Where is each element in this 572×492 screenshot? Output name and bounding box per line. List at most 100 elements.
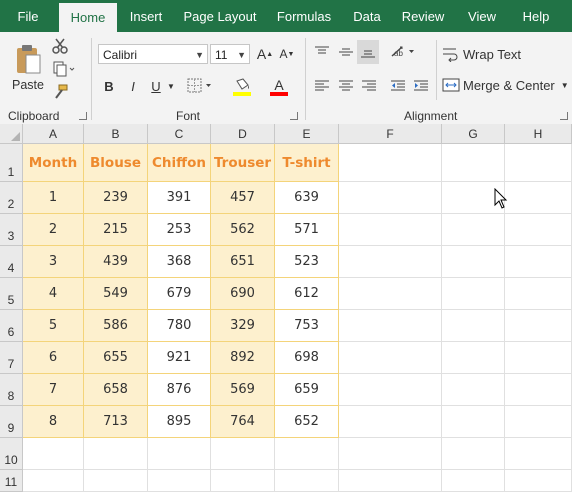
cell[interactable]	[505, 470, 572, 492]
cell[interactable]	[442, 438, 505, 470]
chevron-down-icon[interactable]: ▼	[166, 76, 176, 96]
cut-icon[interactable]	[50, 36, 70, 56]
font-name-select[interactable]: Calibri ▼	[98, 44, 208, 64]
font-color-button[interactable]: A	[264, 76, 294, 98]
wrap-text-button[interactable]: Wrap Text	[442, 44, 532, 64]
table-header-cell[interactable]: Blouse	[84, 144, 148, 182]
row-header[interactable]: 9	[0, 406, 23, 438]
cell[interactable]	[148, 470, 211, 492]
cell[interactable]	[339, 470, 442, 492]
cell[interactable]	[442, 406, 505, 438]
table-cell[interactable]: 764	[211, 406, 275, 438]
cell[interactable]	[505, 310, 572, 342]
table-cell[interactable]: 921	[148, 342, 211, 374]
table-cell[interactable]: 4	[23, 278, 84, 310]
cell[interactable]	[505, 342, 572, 374]
table-cell[interactable]: 892	[211, 342, 275, 374]
tab-data[interactable]: Data	[349, 0, 385, 32]
borders-icon[interactable]	[186, 76, 214, 96]
bottom-align-icon[interactable]	[357, 40, 379, 64]
column-header[interactable]: D	[211, 124, 275, 144]
cell[interactable]	[275, 438, 339, 470]
format-painter-icon[interactable]	[50, 82, 70, 102]
table-cell[interactable]: 655	[84, 342, 148, 374]
paste-button[interactable]: Paste	[10, 38, 46, 96]
table-cell[interactable]: 1	[23, 182, 84, 214]
tab-insert[interactable]: Insert	[124, 0, 168, 32]
align-center-icon[interactable]	[336, 76, 356, 96]
decrease-indent-icon[interactable]	[388, 76, 408, 96]
cell[interactable]	[505, 246, 572, 278]
table-cell[interactable]: 753	[275, 310, 339, 342]
row-header[interactable]: 11	[0, 470, 23, 492]
cell[interactable]	[339, 374, 442, 406]
table-cell[interactable]: 698	[275, 342, 339, 374]
cell[interactable]	[339, 438, 442, 470]
cell[interactable]	[505, 374, 572, 406]
cell[interactable]	[339, 214, 442, 246]
merge-center-button[interactable]: Merge & Center ▼	[442, 75, 570, 95]
table-cell[interactable]: 780	[148, 310, 211, 342]
clipboard-launcher-icon[interactable]	[79, 112, 87, 120]
copy-icon[interactable]	[50, 59, 78, 79]
cell[interactable]	[442, 470, 505, 492]
table-cell[interactable]: 253	[148, 214, 211, 246]
tab-page-layout[interactable]: Page Layout	[180, 0, 260, 32]
cell[interactable]	[442, 310, 505, 342]
column-header[interactable]: G	[442, 124, 505, 144]
table-header-cell[interactable]: Trouser	[211, 144, 275, 182]
row-header[interactable]: 6	[0, 310, 23, 342]
tab-view[interactable]: View	[462, 0, 502, 32]
table-cell[interactable]: 571	[275, 214, 339, 246]
increase-indent-icon[interactable]	[411, 76, 431, 96]
table-cell[interactable]: 7	[23, 374, 84, 406]
column-header[interactable]: C	[148, 124, 211, 144]
table-cell[interactable]: 5	[23, 310, 84, 342]
alignment-launcher-icon[interactable]	[560, 112, 568, 120]
column-header[interactable]: H	[505, 124, 572, 144]
column-header[interactable]: E	[275, 124, 339, 144]
orientation-icon[interactable]: ab	[388, 42, 418, 62]
bold-button[interactable]: B	[101, 76, 117, 96]
align-left-icon[interactable]	[312, 76, 332, 96]
cell[interactable]	[339, 310, 442, 342]
table-cell[interactable]: 457	[211, 182, 275, 214]
cell[interactable]	[275, 470, 339, 492]
tab-formulas[interactable]: Formulas	[272, 0, 336, 32]
row-header[interactable]: 3	[0, 214, 23, 246]
align-right-icon[interactable]	[359, 76, 379, 96]
table-cell[interactable]: 679	[148, 278, 211, 310]
middle-align-icon[interactable]	[336, 42, 356, 62]
row-header[interactable]: 5	[0, 278, 23, 310]
cell[interactable]	[339, 406, 442, 438]
cell[interactable]	[442, 278, 505, 310]
table-cell[interactable]: 658	[84, 374, 148, 406]
table-cell[interactable]: 876	[148, 374, 211, 406]
row-header[interactable]: 10	[0, 438, 23, 470]
row-header[interactable]: 1	[0, 144, 23, 182]
cell[interactable]	[23, 438, 84, 470]
table-cell[interactable]: 523	[275, 246, 339, 278]
table-header-cell[interactable]: Chiffon	[148, 144, 211, 182]
table-cell[interactable]: 6	[23, 342, 84, 374]
cell[interactable]	[84, 438, 148, 470]
table-cell[interactable]: 569	[211, 374, 275, 406]
table-cell[interactable]: 439	[84, 246, 148, 278]
cell[interactable]	[339, 246, 442, 278]
row-header[interactable]: 2	[0, 182, 23, 214]
table-cell[interactable]: 2	[23, 214, 84, 246]
cell[interactable]	[442, 246, 505, 278]
table-cell[interactable]: 713	[84, 406, 148, 438]
row-header[interactable]: 7	[0, 342, 23, 374]
table-cell[interactable]: 3	[23, 246, 84, 278]
cell[interactable]	[505, 182, 572, 214]
table-cell[interactable]: 690	[211, 278, 275, 310]
table-cell[interactable]: 391	[148, 182, 211, 214]
table-cell[interactable]: 215	[84, 214, 148, 246]
cell[interactable]	[505, 144, 572, 182]
tab-review[interactable]: Review	[398, 0, 448, 32]
row-header[interactable]: 8	[0, 374, 23, 406]
increase-font-size-icon[interactable]: A ▲	[256, 44, 274, 64]
tab-home[interactable]: Home	[59, 3, 117, 32]
top-align-icon[interactable]	[312, 42, 332, 62]
